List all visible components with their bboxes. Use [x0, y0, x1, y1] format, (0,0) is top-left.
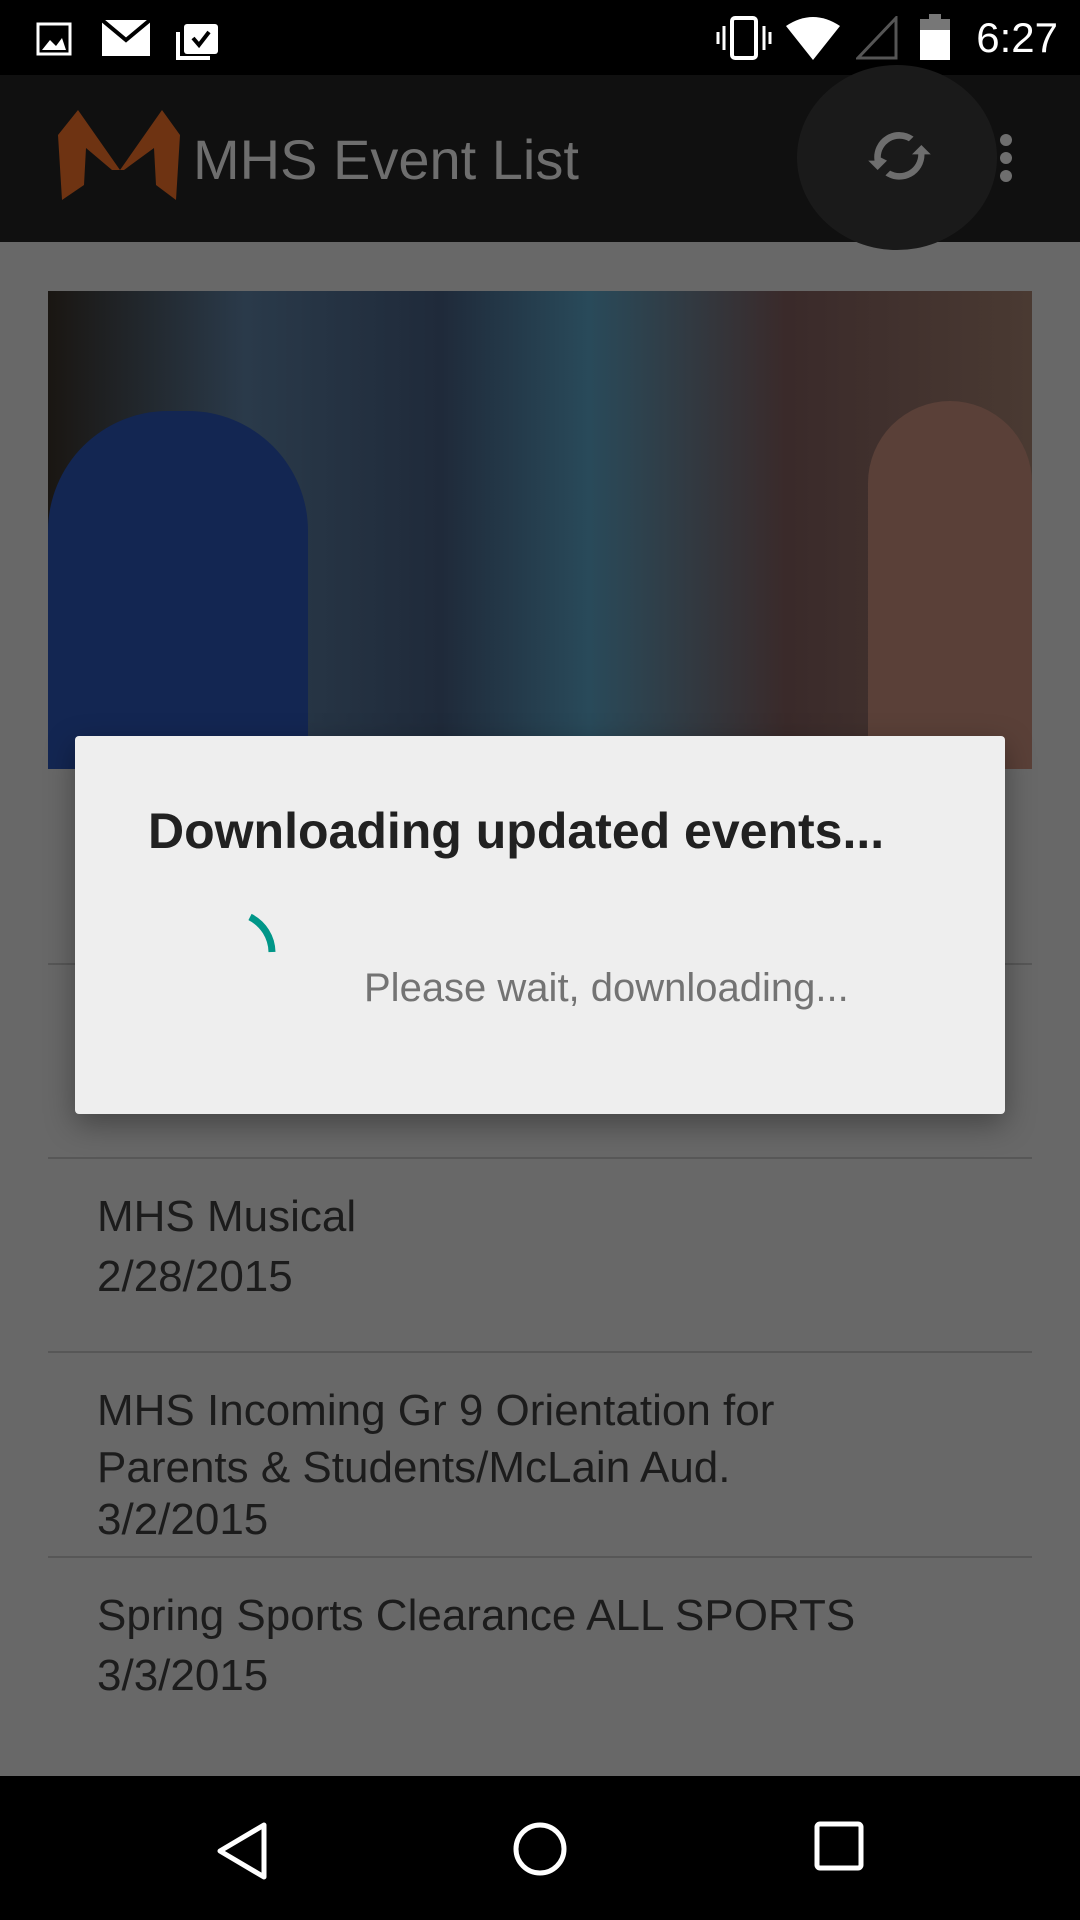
image-icon — [36, 22, 72, 56]
event-date: 3/3/2015 — [97, 1651, 269, 1700]
vibrate-icon — [716, 16, 772, 60]
home-icon[interactable] — [512, 1821, 568, 1877]
dialog-message: Please wait, downloading... — [364, 966, 849, 1010]
status-time: 6:27 — [976, 14, 1058, 61]
event-title: MHS Musical — [97, 1192, 357, 1241]
wifi-icon — [786, 17, 840, 60]
event-title: Spring Sports Clearance ALL SPORTS — [97, 1591, 856, 1640]
clipboard-check-icon — [176, 24, 218, 60]
divider — [48, 1351, 1032, 1353]
refresh-icon[interactable] — [862, 120, 937, 195]
progress-dialog: Downloading updated events... Please wai… — [75, 736, 1005, 1114]
mail-icon — [102, 20, 150, 56]
event-title: MHS Incoming Gr 9 Orientation for Parent… — [97, 1386, 775, 1492]
event-date: 3/2/2015 — [97, 1495, 269, 1544]
divider — [48, 1556, 1032, 1558]
app-title: MHS Event List — [193, 128, 579, 191]
status-bar: 6:27 — [0, 0, 1080, 75]
cell-signal-icon — [856, 16, 898, 60]
header-photo — [48, 291, 1032, 769]
divider — [48, 1157, 1032, 1159]
mhs-logo — [58, 110, 180, 200]
back-icon[interactable] — [214, 1821, 270, 1881]
app-bar: MHS Event List — [0, 65, 1080, 250]
navigation-bar — [0, 1776, 1080, 1920]
event-date: 2/28/2015 — [97, 1252, 293, 1301]
event-list-item[interactable]: MHS Incoming Gr 9 Orientation for Parent… — [97, 1382, 897, 1548]
dialog-title: Downloading updated events... — [148, 803, 885, 859]
event-list-item[interactable]: MHS Musical 2/28/2015 — [97, 1188, 356, 1305]
more-vert-icon[interactable] — [996, 133, 1016, 183]
event-list-item[interactable]: Spring Sports Clearance ALL SPORTS 3/3/2… — [97, 1587, 855, 1704]
recents-icon[interactable] — [814, 1821, 864, 1871]
battery-icon — [920, 14, 950, 60]
loading-spinner — [248, 913, 276, 953]
